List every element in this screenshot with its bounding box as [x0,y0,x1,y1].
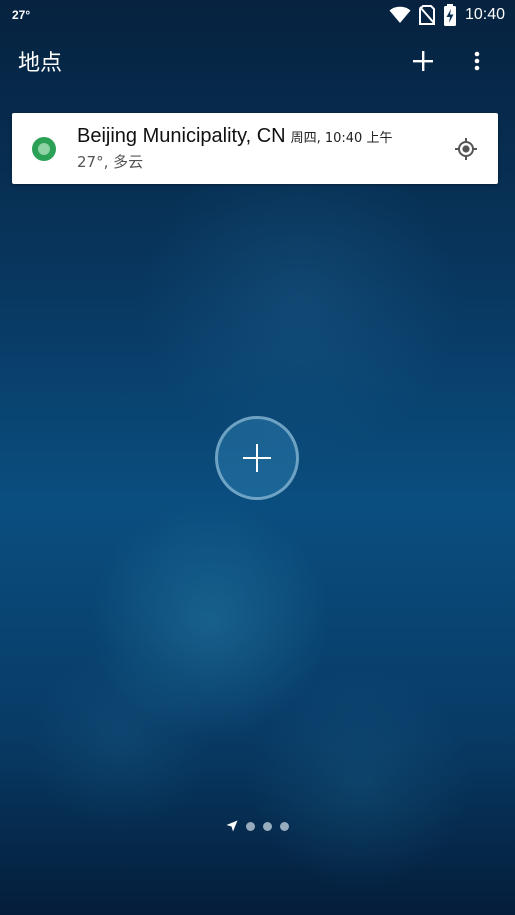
add-location-button[interactable] [403,41,443,81]
no-sim-icon [418,5,435,25]
page-dot [246,821,255,831]
status-temperature: 27° [12,8,31,22]
more-vert-icon [474,51,480,71]
page-indicator [0,818,515,834]
page-dot [280,821,289,831]
app-bar: 地点 [0,30,515,92]
wifi-icon [389,6,411,24]
status-time: 10:40 [464,6,505,23]
weather-locations-screen: 27° 10:40 地点 Beijing Municipality, CN 周四… [0,0,515,915]
add-icon [243,444,271,472]
my-location-button[interactable] [448,131,484,167]
status-bar: 27° 10:40 [0,0,515,30]
weather-conditions: 27°, 多云 [77,153,144,171]
location-info: Beijing Municipality, CN 周四, 10:40 上午 27… [77,125,448,172]
status-icons: 10:40 [389,4,505,26]
navigation-arrow-icon [226,820,238,832]
local-time: 周四, 10:40 上午 [290,131,393,146]
center-add-location-button[interactable] [215,416,299,500]
location-card[interactable]: Beijing Municipality, CN 周四, 10:40 上午 27… [12,113,498,184]
my-location-icon [455,137,477,160]
battery-charging-icon [443,4,457,26]
more-options-button[interactable] [457,41,497,81]
page-dot [263,821,272,831]
add-icon [413,51,433,71]
city-name: Beijing Municipality, CN [77,125,286,147]
location-status-dot [32,136,56,161]
page-title: 地点 [18,51,63,76]
